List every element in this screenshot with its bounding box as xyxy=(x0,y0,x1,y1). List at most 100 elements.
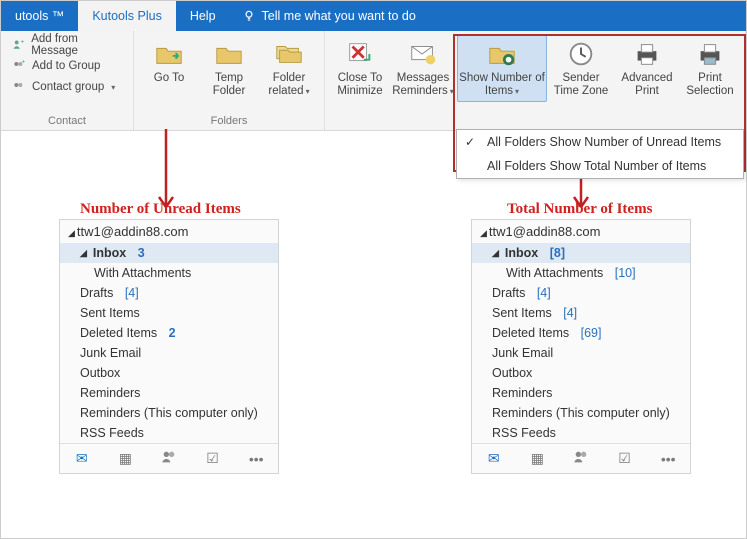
folder-sent-items[interactable]: Sent Items [4] xyxy=(472,303,690,323)
advanced-print-button[interactable]: Advanced Print xyxy=(615,35,679,102)
folder-reminders[interactable]: Reminders xyxy=(60,383,278,403)
print-selection-button[interactable]: Print Selection xyxy=(681,35,739,102)
folder-deleted-items[interactable]: Deleted Items [69] xyxy=(472,323,690,343)
nav-tasks-icon[interactable]: ☑ xyxy=(603,446,647,471)
folder-temp-icon xyxy=(214,39,244,69)
messages-reminders-label: Messages Reminders xyxy=(392,72,449,97)
add-from-message-button[interactable]: + Add from Message xyxy=(7,35,127,55)
sender-timezone-button[interactable]: Sender Time Zone xyxy=(549,35,613,102)
folder-sent-items[interactable]: Sent Items xyxy=(60,303,278,323)
nav-people-icon[interactable] xyxy=(559,446,603,471)
nav-tasks-icon[interactable]: ☑ xyxy=(191,446,235,471)
nav-more-icon[interactable]: ••• xyxy=(646,447,690,471)
folder-count: [4] xyxy=(537,286,551,300)
tab-help[interactable]: Help xyxy=(176,1,230,31)
folder-label: Inbox xyxy=(505,246,538,260)
close-to-minimize-button[interactable]: Close To Minimize xyxy=(331,35,389,102)
sender-tz-label: Sender Time Zone xyxy=(551,72,611,98)
close-minimize-icon xyxy=(345,39,375,69)
folder-with-attachments[interactable]: With Attachments [10] xyxy=(472,263,690,283)
total-panel-label: Total Number of Items xyxy=(507,201,652,218)
ribbon-tabstrip: utools ™ Kutools Plus Help Tell me what … xyxy=(1,1,746,31)
folder-label: RSS Feeds xyxy=(492,426,556,440)
unread-panel-label: Number of Unread Items xyxy=(80,201,241,218)
folder-label: Reminders xyxy=(492,386,552,400)
account-header[interactable]: ◢ttw1@addin88.com xyxy=(472,220,690,243)
folder-related-button[interactable]: Folder related▾ xyxy=(260,35,318,102)
close-to-minimize-label: Close To Minimize xyxy=(333,72,387,98)
folder-drafts[interactable]: Drafts [4] xyxy=(472,283,690,303)
printer-select-icon xyxy=(695,39,725,69)
folder-reminders-local[interactable]: Reminders (This computer only) xyxy=(60,403,278,423)
folder-label: Outbox xyxy=(492,366,532,380)
account-name: ttw1@addin88.com xyxy=(489,224,600,239)
svg-text:+: + xyxy=(22,59,26,65)
temp-folder-button[interactable]: Temp Folder xyxy=(200,35,258,102)
contact-group-button[interactable]: Contact group▾ xyxy=(7,77,127,97)
nav-iconbar: ✉ ▦ ☑ ••• xyxy=(472,443,690,473)
folder-count-icon xyxy=(487,39,517,69)
folder-outbox[interactable]: Outbox xyxy=(472,363,690,383)
tab-kutools-plus[interactable]: Kutools Plus xyxy=(78,1,175,31)
folder-count: [8] xyxy=(550,246,565,260)
contact-group-label: Contact group xyxy=(32,81,104,93)
folder-label: Junk Email xyxy=(80,346,141,360)
folder-count: 2 xyxy=(169,326,176,340)
tab-utools[interactable]: utools ™ xyxy=(1,1,78,31)
folder-count: [69] xyxy=(581,326,602,340)
show-number-dropdown: ✓ All Folders Show Number of Unread Item… xyxy=(456,129,744,179)
ribbon-group-folders-label: Folders xyxy=(140,113,318,130)
folder-with-attachments[interactable]: With Attachments xyxy=(60,263,278,283)
nav-mail-icon[interactable]: ✉ xyxy=(60,446,104,471)
printer-icon xyxy=(632,39,662,69)
nav-more-icon[interactable]: ••• xyxy=(234,447,278,471)
nav-mail-icon[interactable]: ✉ xyxy=(472,446,516,471)
nav-people-icon[interactable] xyxy=(147,446,191,471)
ribbon-group-view: Close To Minimize Messages Reminders▾ Sh… xyxy=(325,31,746,130)
folder-label: With Attachments xyxy=(506,266,603,280)
folder-outbox[interactable]: Outbox xyxy=(60,363,278,383)
add-to-group-button[interactable]: + Add to Group xyxy=(7,56,127,76)
messages-reminders-button[interactable]: Messages Reminders▾ xyxy=(391,35,455,102)
show-number-of-items-button[interactable]: Show Number of Items▾ xyxy=(457,35,547,102)
folder-label: Outbox xyxy=(80,366,120,380)
folder-label: Sent Items xyxy=(492,306,552,320)
dropdown-total-label: All Folders Show Total Number of Items xyxy=(487,159,706,173)
tell-me-search[interactable]: Tell me what you want to do xyxy=(230,1,428,31)
add-to-group-label: Add to Group xyxy=(32,60,100,72)
goto-label: Go To xyxy=(154,72,184,85)
folder-count: [4] xyxy=(125,286,139,300)
folder-label: Drafts xyxy=(80,286,113,300)
print-selection-label: Print Selection xyxy=(683,72,737,98)
account-header[interactable]: ◢ttw1@addin88.com xyxy=(60,220,278,243)
ribbon: + Add from Message + Add to Group Contac… xyxy=(1,31,746,131)
folder-label: Deleted Items xyxy=(80,326,157,340)
dropdown-unread-items[interactable]: ✓ All Folders Show Number of Unread Item… xyxy=(457,130,743,154)
nav-iconbar: ✉ ▦ ☑ ••• xyxy=(60,443,278,473)
goto-button[interactable]: Go To xyxy=(140,35,198,89)
folder-junk-email[interactable]: Junk Email xyxy=(472,343,690,363)
folder-label: Reminders xyxy=(80,386,140,400)
contact-group-icon xyxy=(11,79,27,95)
nav-calendar-icon[interactable]: ▦ xyxy=(104,446,148,471)
folder-reminders[interactable]: Reminders xyxy=(472,383,690,403)
folder-rss-feeds[interactable]: RSS Feeds xyxy=(60,423,278,443)
svg-text:+: + xyxy=(21,39,25,46)
folder-drafts[interactable]: Drafts [4] xyxy=(60,283,278,303)
dropdown-total-items[interactable]: All Folders Show Total Number of Items xyxy=(457,154,743,178)
folder-rss-feeds[interactable]: RSS Feeds xyxy=(472,423,690,443)
folder-inbox[interactable]: ◢Inbox [8] xyxy=(472,243,690,263)
group-add-icon: + xyxy=(11,58,27,74)
account-name: ttw1@addin88.com xyxy=(77,224,188,239)
dropdown-unread-label: All Folders Show Number of Unread Items xyxy=(487,135,721,149)
folder-junk-email[interactable]: Junk Email xyxy=(60,343,278,363)
folder-deleted-items[interactable]: Deleted Items 2 xyxy=(60,323,278,343)
nav-calendar-icon[interactable]: ▦ xyxy=(516,446,560,471)
ribbon-group-contact-label: Contact xyxy=(7,113,127,130)
add-from-message-label: Add from Message xyxy=(31,33,123,57)
folder-inbox[interactable]: ◢Inbox 3 xyxy=(60,243,278,263)
folder-reminders-local[interactable]: Reminders (This computer only) xyxy=(472,403,690,423)
folder-panel-total: ◢ttw1@addin88.com ◢Inbox [8] With Attach… xyxy=(471,219,691,474)
folder-label: Sent Items xyxy=(80,306,140,320)
ribbon-group-folders: Go To Temp Folder Folder related▾ Folder… xyxy=(134,31,325,130)
